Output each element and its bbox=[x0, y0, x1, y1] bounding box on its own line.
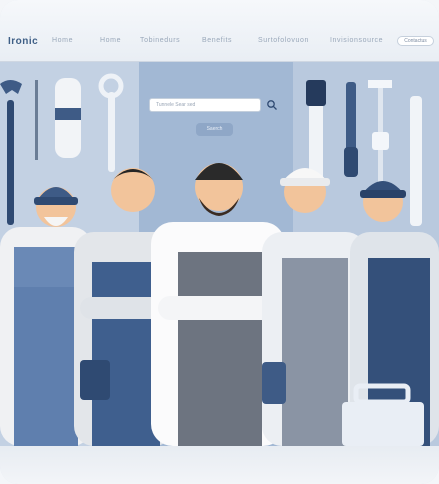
nav-link-5[interactable]: Surtofolovuon bbox=[258, 37, 309, 44]
hero-illustration bbox=[0, 62, 439, 446]
search-input[interactable]: Tunnele Sear sed bbox=[149, 98, 261, 112]
nav-link-3[interactable]: Tobinedurs bbox=[140, 37, 180, 44]
search-icon[interactable] bbox=[266, 99, 278, 111]
tape-tool-icon bbox=[55, 78, 81, 158]
screwdriver-icon bbox=[35, 80, 38, 160]
brand-logo[interactable]: Ironic bbox=[8, 36, 38, 47]
pliers-icon bbox=[344, 82, 358, 177]
nav-link-6[interactable]: Invisionsource bbox=[330, 37, 383, 44]
contact-button[interactable]: Contactus bbox=[397, 36, 434, 46]
app-window: Ironic Home Home Tobinedurs Benefits Sur… bbox=[0, 0, 439, 484]
search-button[interactable]: Saerch bbox=[196, 123, 233, 136]
nav-link-4[interactable]: Benefits bbox=[202, 37, 232, 44]
hero-section: Tunnele Sear sed Saerch bbox=[0, 62, 439, 446]
nav-link-2[interactable]: Home bbox=[100, 37, 121, 44]
screwdriver-icon-2 bbox=[410, 96, 422, 226]
top-navbar: Ironic Home Home Tobinedurs Benefits Sur… bbox=[0, 0, 439, 62]
footer-strip bbox=[0, 446, 439, 484]
nav-link-1[interactable]: Home bbox=[52, 37, 73, 44]
